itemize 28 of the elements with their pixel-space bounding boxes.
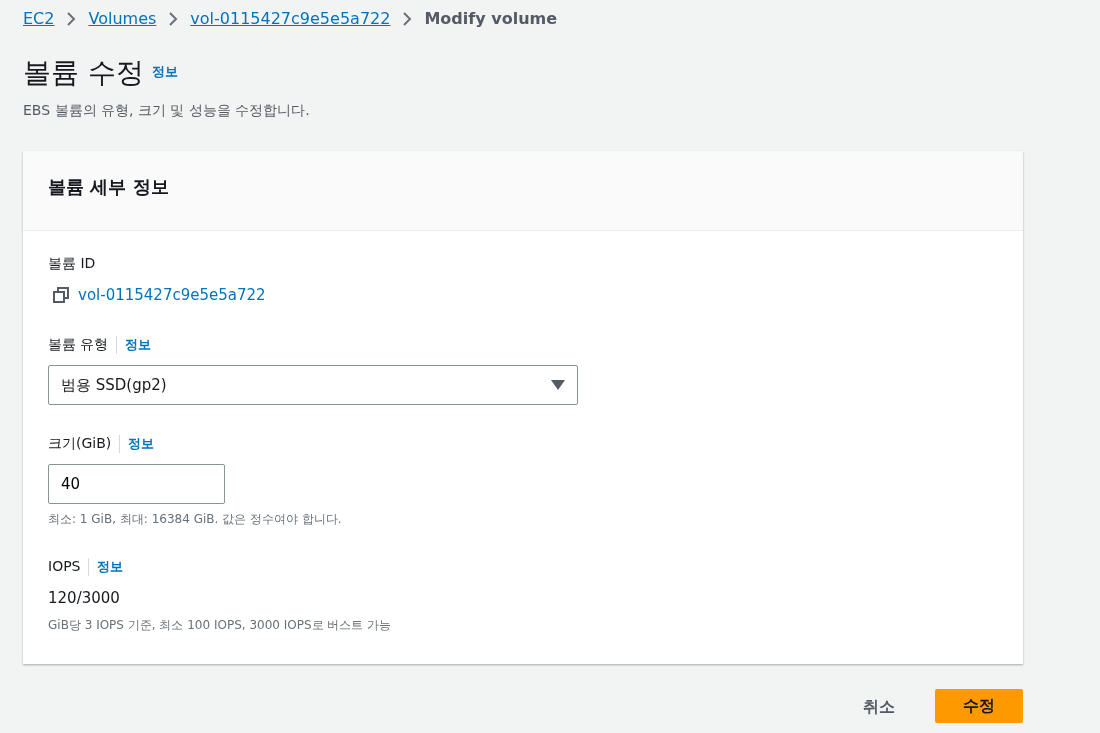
info-link[interactable]: 정보 bbox=[97, 556, 124, 577]
field-value: 120/3000 bbox=[48, 588, 121, 610]
cancel-button[interactable]: 취소 bbox=[853, 688, 905, 725]
size-input[interactable]: 40 bbox=[48, 464, 225, 505]
info-link[interactable]: 정보 bbox=[125, 334, 152, 355]
field-hint: GiB당 3 IOPS 기준, 최소 100 IOPS, 3000 IOPS로 버스트 가능 bbox=[48, 616, 393, 634]
type-select[interactable]: 범용 SSD(gp2) bbox=[48, 365, 578, 406]
field-hint: 최소: 1 GiB, 최대: 16384 GiB. 값은 정수여야 합니다. bbox=[48, 511, 343, 529]
card-title: 볼륨 세부 정보 bbox=[23, 150, 1023, 231]
copy-icon[interactable] bbox=[52, 285, 70, 304]
caret-icon bbox=[551, 380, 565, 391]
info-link[interactable]: 정보 bbox=[151, 62, 178, 82]
breadcrumb-link[interactable]: Volumes bbox=[88, 7, 157, 31]
modify-button[interactable]: 수정 bbox=[935, 688, 1023, 723]
volume-id-link[interactable]: vol-0115427c9e5e5a722 bbox=[78, 283, 266, 307]
chevron-icon bbox=[66, 12, 77, 26]
field-label: 크기(GiB) bbox=[48, 434, 112, 454]
chevron-icon bbox=[402, 12, 413, 26]
page-title: 볼륨 수정 bbox=[23, 56, 144, 90]
field-label: IOPS bbox=[48, 557, 81, 577]
breadcrumb-link[interactable]: vol-0115427c9e5e5a722 bbox=[190, 7, 391, 31]
field-label: 볼륨 ID bbox=[48, 253, 96, 273]
info-link[interactable]: 정보 bbox=[128, 433, 155, 454]
chevron-icon bbox=[168, 12, 179, 26]
breadcrumb-link[interactable]: EC2 bbox=[23, 7, 55, 31]
breadcrumb-current: Modify volume bbox=[424, 8, 558, 30]
page-description: EBS 볼륨의 유형, 크기 및 성능을 수정합니다. bbox=[23, 100, 311, 120]
field-label: 볼륨 유형 bbox=[48, 335, 109, 355]
